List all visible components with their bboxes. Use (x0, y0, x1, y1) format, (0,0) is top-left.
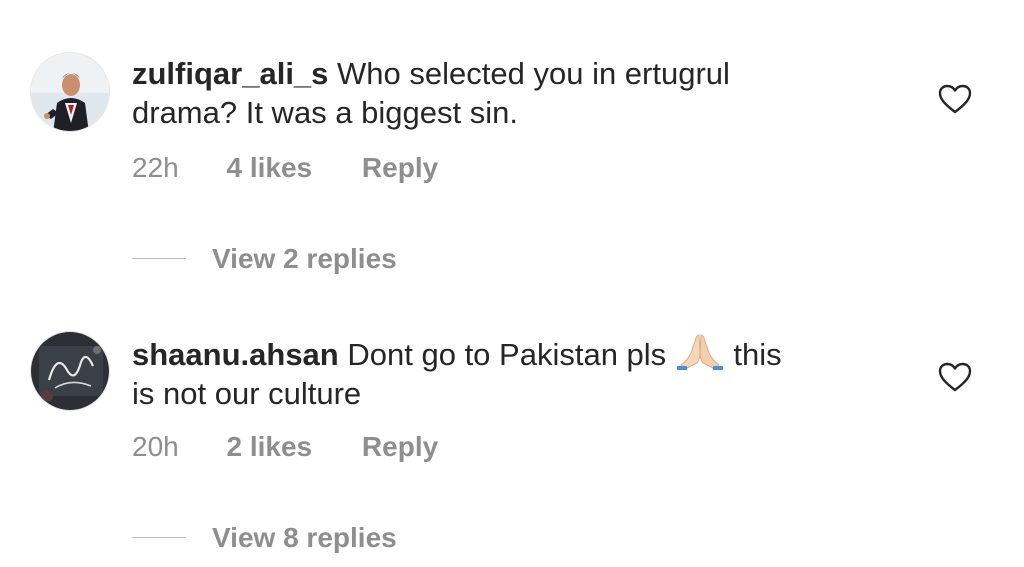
heart-outline-icon[interactable] (938, 84, 972, 114)
view-replies-button[interactable]: View 2 replies (132, 241, 397, 277)
view-replies-label: View 2 replies (212, 243, 397, 274)
comment-body-line1: Who selected you in ertugrul (337, 56, 730, 91)
comment-username[interactable]: zulfiqar_ali_s (132, 56, 328, 91)
avatar[interactable] (30, 331, 110, 411)
heart-outline-icon[interactable] (938, 362, 972, 392)
view-replies-button[interactable]: View 8 replies (132, 520, 397, 556)
profile-photo-icon (31, 53, 109, 131)
replies-divider (132, 258, 186, 260)
profile-photo-icon (31, 332, 109, 410)
folded-hands-emoji-icon (675, 333, 725, 371)
reply-button[interactable]: Reply (362, 150, 438, 186)
comment-timestamp: 22h (132, 152, 179, 183)
comments-screen: zulfiqar_ali_s Who selected you in ertug… (0, 0, 1024, 567)
comment-likes-count[interactable]: 4 likes (227, 150, 313, 186)
comment-body-line1: Dont go to Pakistan pls (347, 337, 667, 372)
comment-meta: 20h 2 likes Reply (132, 429, 438, 465)
comment-text: zulfiqar_ali_s Who selected you in ertug… (132, 54, 872, 132)
comment-text: shaanu.ahsan Dont go to Pakistan pls thi… (132, 333, 872, 413)
reply-button[interactable]: Reply (362, 429, 438, 465)
comment-likes-count[interactable]: 2 likes (227, 429, 313, 465)
comment-body-line1-end: this (733, 337, 782, 372)
comment-body-line2: drama? It was a biggest sin. (132, 95, 518, 130)
comment-timestamp: 20h (132, 431, 179, 462)
avatar[interactable] (30, 52, 110, 132)
replies-divider (132, 537, 186, 539)
comment-body-line2: is not our culture (132, 376, 362, 411)
view-replies-label: View 8 replies (212, 522, 397, 553)
comment-meta: 22h 4 likes Reply (132, 150, 438, 186)
comment-username[interactable]: shaanu.ahsan (132, 337, 339, 372)
